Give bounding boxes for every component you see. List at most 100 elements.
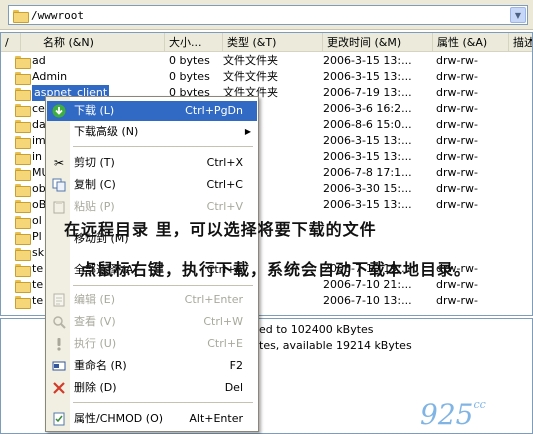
copy-icon [51, 177, 67, 193]
menu-shortcut: Ctrl+E [207, 337, 243, 350]
menu-separator [73, 285, 253, 286]
menu-shortcut: Ctrl+V [206, 200, 243, 213]
folder-icon [15, 151, 31, 165]
submenu-arrow-icon: ▶ [244, 127, 251, 136]
menu-shortcut: Alt+Enter [189, 412, 243, 425]
file-name-cell: ad [15, 53, 165, 69]
file-date: 2006-3-15 13:... [323, 134, 412, 147]
log-line: ed to 102400 kBytes [259, 323, 374, 336]
file-size: 0 bytes [169, 54, 210, 67]
file-date: 2006-3-15 13:... [323, 198, 412, 211]
file-attr: drw-rw- [436, 294, 478, 307]
log-line: tes, available 19214 kBytes [259, 339, 412, 352]
menu-item-cut[interactable]: ✂ 剪切 (T) Ctrl+X [47, 153, 257, 173]
file-date: 2006-3-6 16:2... [323, 102, 412, 115]
menu-item-execute[interactable]: 执行 (U) Ctrl+E [47, 334, 257, 354]
file-type: 文件文件夹 [223, 70, 278, 83]
file-attr: drw-rw- [436, 86, 478, 99]
menu-label: 剪切 (T) [74, 156, 115, 169]
file-attr: drw-rw- [436, 102, 478, 115]
menu-item-view[interactable]: 查看 (V) Ctrl+W [47, 312, 257, 332]
menu-label: 执行 (U) [74, 337, 117, 350]
file-name: ol [32, 214, 42, 227]
table-row[interactable]: Admin 0 bytes 文件文件夹 2006-3-15 13:... drw-rw- [1, 69, 532, 85]
file-name: da [32, 118, 46, 131]
menu-label: 查看 (V) [74, 315, 116, 328]
menu-item-download-advanced[interactable]: 下载高级 (N) ▶ [47, 122, 257, 142]
menu-separator [73, 146, 253, 147]
download-icon [51, 103, 67, 119]
magnifier-icon [51, 314, 67, 330]
exclamation-icon [51, 336, 67, 352]
folder-icon [15, 135, 31, 149]
menu-item-rename[interactable]: 重命名 (R) F2 [47, 356, 257, 376]
menu-item-copy[interactable]: 复制 (C) Ctrl+C [47, 175, 257, 195]
file-name: ob [32, 182, 46, 195]
file-name: sk [32, 246, 45, 259]
column-attr[interactable]: 属性 (&A) [433, 33, 509, 52]
table-row[interactable]: ad 0 bytes 文件文件夹 2006-3-15 13:... drw-rw- [1, 53, 532, 69]
file-attr: drw-rw- [436, 182, 478, 195]
folder-icon [15, 199, 31, 213]
folder-icon [15, 215, 31, 229]
column-type[interactable]: 类型 (&T) [223, 33, 323, 52]
file-attr: drw-rw- [436, 134, 478, 147]
column-sort[interactable]: / [1, 33, 21, 52]
chevron-down-icon[interactable]: ▼ [510, 7, 526, 23]
menu-shortcut: Ctrl+X [206, 156, 243, 169]
menu-shortcut: Ctrl+C [206, 178, 243, 191]
file-date: 2006-7-10 13:... [323, 294, 412, 307]
column-size[interactable]: 大小... [165, 33, 223, 52]
menu-item-properties[interactable]: 属性/CHMOD (O) Alt+Enter [47, 409, 257, 429]
file-attr: drw-rw- [436, 150, 478, 163]
folder-icon [15, 295, 31, 309]
folder-icon [15, 247, 31, 261]
file-date: 2006-3-15 13:... [323, 54, 412, 67]
file-attr: drw-rw- [436, 118, 478, 131]
menu-item-delete[interactable]: 删除 (D) Del [47, 378, 257, 398]
file-attr: drw-rw- [436, 198, 478, 211]
menu-item-edit[interactable]: 编辑 (E) Ctrl+Enter [47, 290, 257, 310]
menu-label: 编辑 (E) [74, 293, 116, 306]
folder-icon [15, 55, 31, 69]
menu-item-paste[interactable]: 粘贴 (P) Ctrl+V [47, 197, 257, 217]
folder-icon [15, 167, 31, 181]
file-name: Admin [32, 70, 68, 83]
menu-item-download[interactable]: 下载 (L) Ctrl+PgDn [47, 101, 257, 121]
path-input[interactable]: /wwwroot [31, 9, 510, 22]
file-name: Pl [32, 230, 42, 243]
caption-line-1: 在远程目录 里，可以选择将要下载的文件 [64, 220, 377, 239]
file-date: 2006-3-30 15:... [323, 182, 412, 195]
file-name: te [32, 262, 44, 275]
file-name: in [32, 150, 43, 163]
folder-icon [15, 87, 31, 101]
column-name[interactable]: 名称 (&N) [21, 33, 165, 52]
path-combobox[interactable]: /wwwroot ▼ [8, 5, 528, 25]
column-date[interactable]: 更改时间 (&M) [323, 33, 433, 52]
menu-label: 删除 (D) [74, 381, 117, 394]
menu-label: 重命名 (R) [74, 359, 127, 372]
file-attr: drw-rw- [436, 70, 478, 83]
menu-label: 属性/CHMOD (O) [74, 412, 164, 425]
folder-icon [15, 119, 31, 133]
file-date: 2006-7-8 17:1... [323, 166, 412, 179]
folder-icon [15, 103, 31, 117]
menu-label: 下载 (L) [74, 104, 115, 117]
file-name: im [32, 134, 46, 147]
file-attr: drw-rw- [436, 166, 478, 179]
file-size: 0 bytes [169, 70, 210, 83]
folder-icon [13, 9, 29, 23]
list-header: / 名称 (&N) 大小... 类型 (&T) 更改时间 (&M) 属性 (&A… [1, 33, 532, 52]
file-attr: drw-rw- [436, 54, 478, 67]
column-desc[interactable]: 描述 [509, 33, 532, 52]
menu-shortcut: Del [224, 381, 243, 394]
menu-shortcut: Ctrl+W [203, 315, 243, 328]
properties-icon [51, 411, 67, 427]
path-toolbar: /wwwroot ▼ [0, 0, 533, 30]
folder-icon [15, 263, 31, 277]
file-date: 2006-3-15 13:... [323, 150, 412, 163]
rename-icon [51, 358, 67, 374]
file-date: 2006-7-19 13:... [323, 86, 412, 99]
menu-label: 下载高级 (N) [74, 125, 139, 138]
file-date: 2006-3-15 13:... [323, 70, 412, 83]
